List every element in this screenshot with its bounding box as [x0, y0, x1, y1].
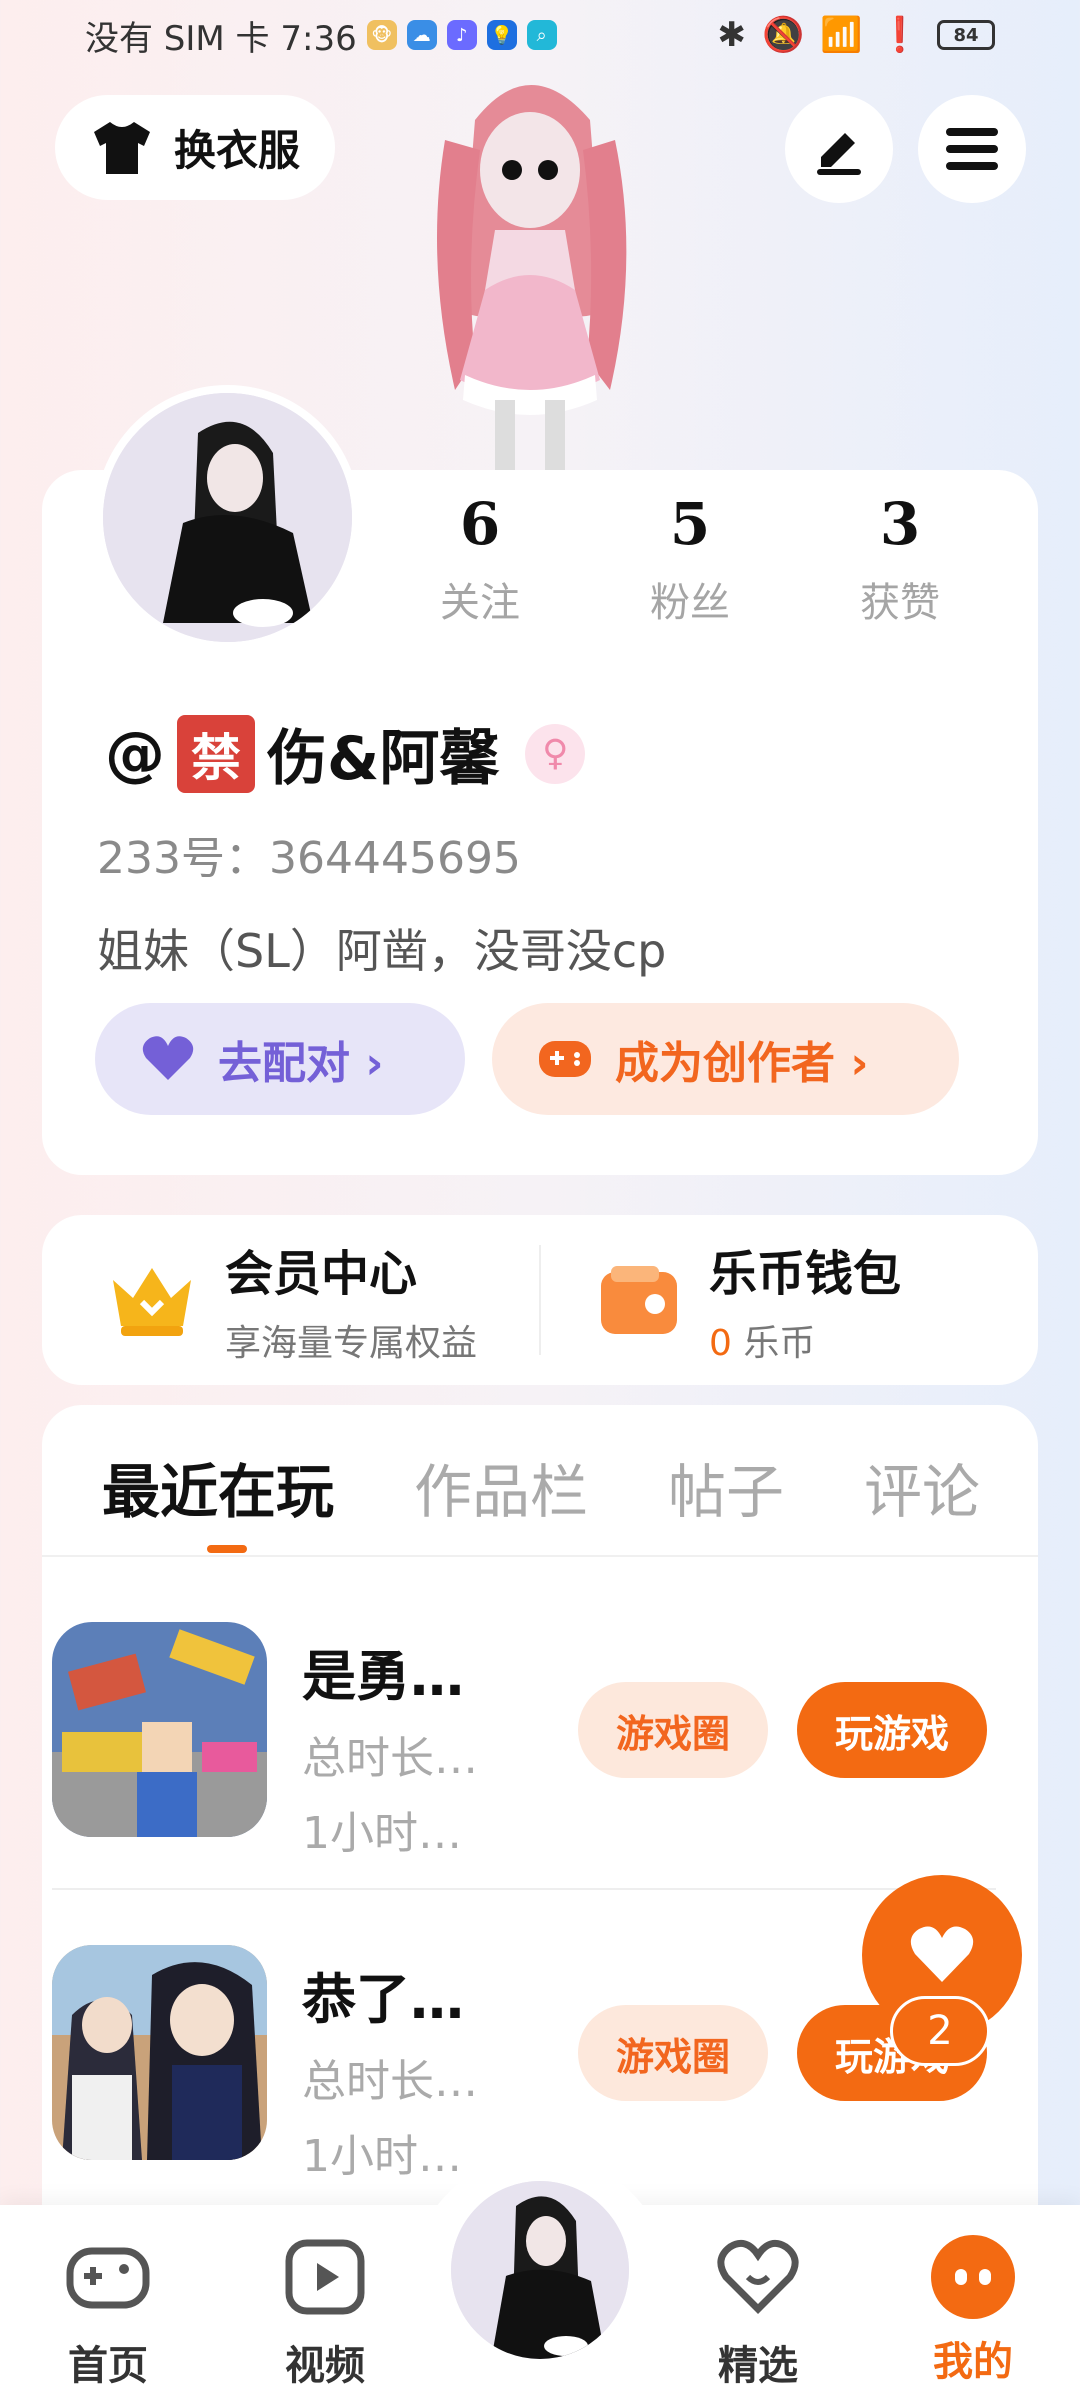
- tshirt-icon: [94, 121, 150, 174]
- nav-profile-label: 我的: [933, 2339, 1013, 2385]
- cloud-app-icon: ☁: [406, 20, 437, 50]
- profile-tabs: 最近在玩 作品栏 帖子 评论: [102, 1445, 980, 1529]
- game-title: 恭了…: [302, 1968, 464, 2031]
- bluetooth-icon: ✱: [717, 15, 746, 55]
- profile-stats: 6 关注 5 粉丝 3 获赞: [375, 490, 1005, 628]
- tab-recently-played[interactable]: 最近在玩: [102, 1445, 334, 1529]
- profile-face-icon: [931, 2235, 1015, 2319]
- likes-stat[interactable]: 3 获赞: [800, 490, 1000, 628]
- edit-profile-button[interactable]: [785, 95, 893, 203]
- pencil-icon: [817, 133, 861, 175]
- heart-outline-icon: [717, 2239, 799, 2314]
- floating-heart-count: 2: [890, 1996, 990, 2066]
- gamepad-icon: [66, 2247, 150, 2309]
- status-time: 没有 SIM 卡 7:36: [85, 18, 357, 59]
- search-app-icon: ⌕: [526, 20, 557, 50]
- music-app-icon: ♪: [446, 20, 477, 50]
- game-total-time: 总时长…: [302, 1733, 478, 1784]
- member-center-entry[interactable]: 会员中心 享海量专属权益: [107, 1215, 477, 1385]
- ban-badge: 禁: [177, 714, 255, 793]
- heart-icon: [142, 1036, 194, 1080]
- username: 伤&阿馨: [267, 724, 500, 794]
- member-center-subtitle: 享海量专属权益: [225, 1323, 478, 1364]
- following-stat[interactable]: 6 关注: [380, 490, 580, 628]
- bulb-app-icon: 💡: [486, 20, 517, 50]
- nav-video-label: 视频: [285, 2343, 365, 2389]
- game-circle-button[interactable]: 游戏圈: [578, 2005, 768, 2101]
- nav-featured-label: 精选: [718, 2343, 798, 2389]
- heart-icon: [910, 1926, 974, 1982]
- nav-home-label: 首页: [68, 2343, 148, 2389]
- member-center-title: 会员中心: [225, 1246, 418, 1302]
- nav-center-avatar[interactable]: [445, 2175, 635, 2365]
- nav-profile[interactable]: 我的: [903, 2235, 1043, 2387]
- nav-video[interactable]: 视频: [255, 2235, 395, 2391]
- become-creator-label: 成为创作者 ›: [615, 1038, 869, 1089]
- followers-label: 粉丝: [650, 580, 730, 626]
- gamepad-icon: [539, 1041, 591, 1077]
- user-id[interactable]: 233号：364445695: [97, 822, 521, 886]
- likes-count: 3: [879, 490, 921, 558]
- play-game-button[interactable]: 玩游戏: [797, 1682, 987, 1778]
- row-divider: [52, 1888, 996, 1890]
- crown-icon: [113, 1268, 191, 1336]
- game-circle-button[interactable]: 游戏圈: [578, 1682, 768, 1778]
- game-title: 是勇…: [302, 1645, 464, 1708]
- user-bio: 姐妹（SL）阿凿，没哥没cp: [97, 924, 667, 978]
- game-row[interactable]: 是勇… 总时长… 1小时… 游戏圈 玩游戏: [52, 1622, 987, 1859]
- nav-featured[interactable]: 精选: [688, 2235, 828, 2391]
- play-video-icon: [285, 2239, 365, 2315]
- following-count: 6: [459, 490, 501, 558]
- wallet-title: 乐币钱包: [709, 1246, 902, 1302]
- game-thumbnail[interactable]: [52, 1622, 267, 1837]
- wallet-entry[interactable]: 乐币钱包 0 乐币: [597, 1215, 901, 1385]
- monkey-app-icon: 🐵: [366, 20, 397, 50]
- female-gender-icon: ♀: [525, 723, 586, 784]
- tab-works[interactable]: 作品栏: [414, 1445, 588, 1529]
- tabs-divider: [42, 1555, 1038, 1557]
- wallet-icon: [601, 1266, 677, 1334]
- tab-comments[interactable]: 评论: [864, 1445, 980, 1529]
- alert-icon: ❗: [878, 15, 921, 55]
- avatar-character-figure[interactable]: [365, 60, 695, 480]
- game-hours: 1小时…: [302, 1808, 462, 1859]
- wallet-unit: 乐币: [743, 1323, 816, 1364]
- profile-avatar[interactable]: [95, 385, 360, 650]
- match-button-label: 去配对 ›: [218, 1038, 384, 1089]
- game-row[interactable]: 恭了… 总时长… 1小时… 游戏圈 玩游戏: [52, 1945, 987, 2182]
- followers-count: 5: [669, 490, 711, 558]
- nav-home[interactable]: 首页: [38, 2235, 178, 2391]
- match-button[interactable]: 去配对 ›: [95, 1003, 465, 1115]
- active-tab-indicator: [207, 1545, 247, 1553]
- change-outfit-label: 换衣服: [174, 126, 301, 175]
- game-thumbnail[interactable]: [52, 1945, 267, 2160]
- battery-icon: 84: [937, 20, 995, 50]
- become-creator-button[interactable]: 成为创作者 ›: [492, 1003, 959, 1115]
- menu-icon: [946, 128, 998, 170]
- username-at: @: [105, 718, 165, 789]
- followers-stat[interactable]: 5 粉丝: [590, 490, 790, 628]
- game-hours: 1小时…: [302, 2131, 462, 2182]
- menu-button[interactable]: [918, 95, 1026, 203]
- username-row: @ 禁 伤&阿馨 ♀: [105, 710, 586, 797]
- wifi-icon: 📶: [820, 15, 863, 55]
- following-label: 关注: [440, 580, 520, 626]
- game-total-time: 总时长…: [302, 2056, 478, 2107]
- change-outfit-button[interactable]: 换衣服: [55, 95, 335, 200]
- vip-divider: [539, 1245, 541, 1355]
- tab-posts[interactable]: 帖子: [668, 1445, 784, 1529]
- wallet-amount: 0: [709, 1323, 732, 1364]
- likes-label: 获赞: [860, 580, 940, 626]
- mute-icon: 🔕: [761, 15, 805, 55]
- vip-wallet-card: 会员中心 享海量专属权益 乐币钱包 0 乐币: [42, 1215, 1038, 1385]
